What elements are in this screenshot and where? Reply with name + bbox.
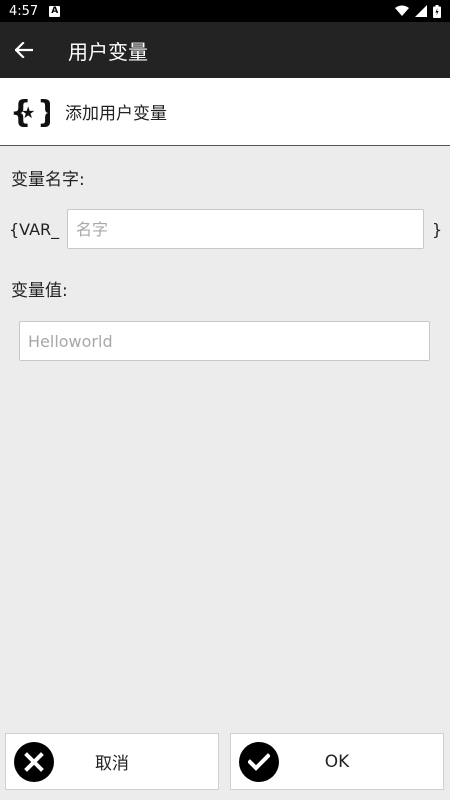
cancel-button[interactable]: 取消: [5, 733, 219, 790]
cancel-button-label: 取消: [95, 754, 129, 774]
app-title: 用户变量: [68, 39, 148, 64]
battery-icon: [433, 4, 441, 18]
svg-text:}: }: [37, 95, 50, 129]
section-title: 添加用户变量: [65, 104, 167, 124]
app-bar: 用户变量: [0, 22, 450, 78]
check-circle-icon: [239, 741, 279, 782]
svg-text:★: ★: [21, 103, 35, 122]
ok-button-label: OK: [324, 751, 350, 772]
variable-name-input[interactable]: [67, 209, 424, 249]
variable-value-label: 变量值:: [11, 281, 68, 301]
x-circle-icon: [14, 741, 54, 782]
variable-value-input[interactable]: [19, 321, 430, 361]
ok-button[interactable]: OK: [230, 733, 444, 790]
variable-name-prefix: {VAR_: [9, 220, 60, 239]
status-bar: 4:57 A: [0, 0, 450, 22]
wifi-icon: [395, 5, 409, 16]
arrow-left-icon: [15, 42, 33, 58]
variable-name-label: 变量名字:: [11, 170, 85, 190]
status-icons: [395, 4, 441, 18]
variable-name-suffix: }: [432, 220, 443, 239]
status-time: 4:57: [9, 3, 39, 19]
section-header: { ★ } 添加用户变量: [0, 78, 450, 146]
curly-braces-star-icon: { ★ }: [9, 91, 51, 133]
notification-a-icon: A: [49, 5, 61, 17]
back-button[interactable]: [0, 22, 48, 78]
signal-icon: [415, 5, 427, 17]
